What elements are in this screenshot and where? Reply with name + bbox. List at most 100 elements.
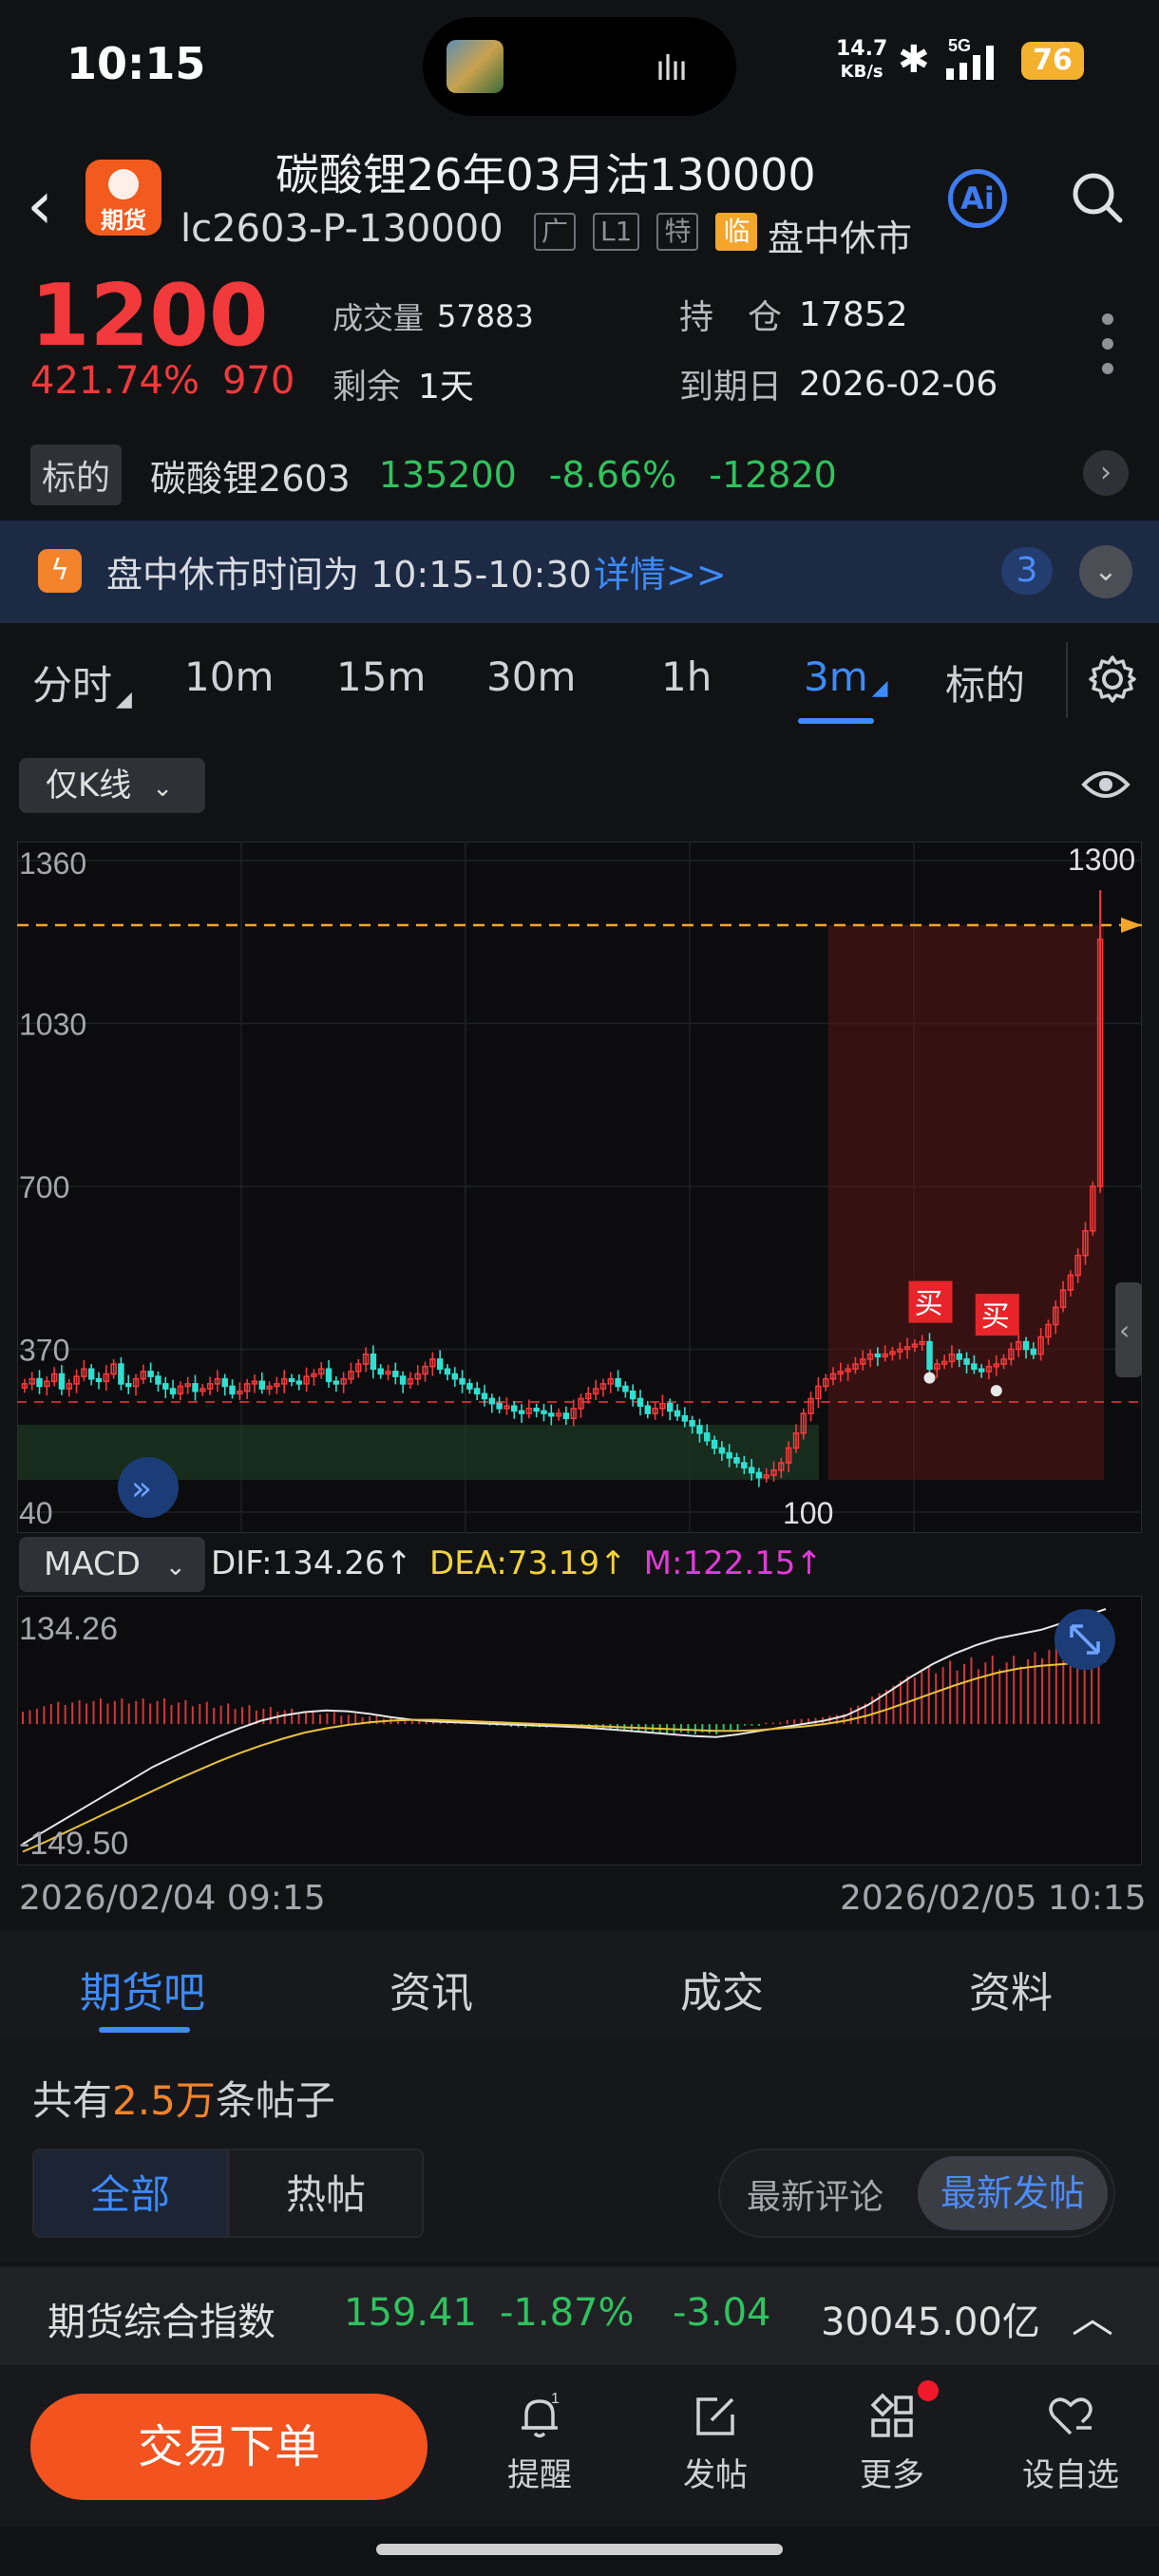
home-indicator[interactable]: [376, 2544, 783, 2555]
nav-watchlist[interactable]: 设自选: [1009, 2390, 1132, 2495]
place-order-button[interactable]: 交易下单: [30, 2394, 428, 2500]
filter-hot-button[interactable]: 热帖: [228, 2149, 424, 2238]
nav-reminder[interactable]: 1 提醒: [478, 2390, 601, 2495]
gear-icon[interactable]: [1087, 653, 1138, 705]
lightning-icon: ϟ: [38, 549, 82, 593]
candle-body: [473, 1388, 481, 1395]
candle-body: [192, 1383, 199, 1392]
tab-1h[interactable]: 1h: [661, 653, 712, 700]
filter-all-button[interactable]: 全部: [32, 2149, 228, 2238]
chevron-left-icon: ‹: [1119, 1315, 1130, 1346]
tab-15m[interactable]: 15m: [336, 653, 426, 700]
candle-body: [258, 1380, 265, 1390]
underlying-row[interactable]: 标的 碳酸锂2603 135200 -8.66% -12820: [30, 445, 1129, 505]
y-tick-label: 40: [19, 1496, 53, 1530]
nav-post[interactable]: 发帖: [654, 2390, 777, 2495]
candle-body: [332, 1380, 340, 1385]
candle-body: [162, 1383, 169, 1390]
indicator-select[interactable]: MACD ⌄: [19, 1537, 205, 1592]
tab-30m[interactable]: 30m: [486, 653, 576, 700]
notice-count-badge[interactable]: 3: [1001, 547, 1053, 595]
candle-body: [325, 1368, 332, 1383]
remaining-label: 剩余: [332, 368, 402, 407]
compose-icon: [696, 2397, 734, 2435]
tab-news[interactable]: 资讯: [390, 1959, 473, 2019]
tab-futures-forum[interactable]: 期货吧: [80, 1959, 205, 2019]
tab-trades[interactable]: 成交: [680, 1959, 764, 2019]
tab-info[interactable]: 资料: [969, 1959, 1053, 2019]
candle-body: [704, 1432, 711, 1442]
candle-body: [511, 1405, 518, 1412]
index-value: 159.41: [344, 2291, 477, 2335]
candle-body: [295, 1380, 303, 1385]
macd-chart[interactable]: 134.26 -149.50: [17, 1596, 1142, 1866]
logo-mark-icon: [108, 169, 139, 199]
volume-label: 成交量: [332, 300, 425, 336]
search-icon[interactable]: [1069, 169, 1126, 226]
session-status[interactable]: 盘中休市: [768, 209, 912, 261]
volume-value: 57883: [437, 298, 534, 334]
candle-body: [147, 1371, 154, 1377]
candle-body: [874, 1353, 882, 1358]
candle-body: [155, 1375, 162, 1385]
high-label: 1300: [1068, 843, 1135, 877]
eye-icon[interactable]: [1081, 766, 1130, 804]
timeframe-tabs: 分时 ◢ 10m 15m 30m 1h 3m ◢ 标的: [0, 627, 1159, 731]
chevron-down-icon[interactable]: ⌄: [1079, 545, 1132, 598]
status-time: 10:15: [66, 38, 206, 89]
sort-latest-comment-button[interactable]: 最新评论: [747, 2169, 884, 2219]
tab-intraday[interactable]: 分时 ◢: [32, 653, 132, 711]
candle-body: [392, 1371, 399, 1377]
candle-body: [488, 1397, 496, 1405]
notice-details-link[interactable]: 详情>>: [594, 545, 727, 597]
candle-body: [444, 1368, 451, 1375]
media-thumbnail: [446, 40, 504, 93]
chevron-up-icon[interactable]: ︿: [1072, 2283, 1113, 2344]
underlying-name: 碳酸锂2603: [150, 457, 351, 500]
nav-watchlist-label: 设自选: [1022, 2456, 1119, 2494]
candle-body: [926, 1340, 933, 1371]
candle-body: [748, 1467, 755, 1474]
open-interest-value: 17852: [799, 294, 908, 334]
volume-stat: 成交量 57883: [332, 294, 534, 338]
candle-body: [978, 1368, 985, 1373]
underlying-tag: 标的: [30, 445, 123, 505]
nav-post-label: 发帖: [683, 2456, 748, 2494]
posts-count-number: 2.5万: [112, 2077, 216, 2124]
more-vertical-icon[interactable]: [1102, 313, 1117, 388]
ai-assistant-button[interactable]: Ai: [948, 169, 1007, 228]
open-interest-stat: 持 仓 17852: [679, 290, 908, 339]
tab-10m[interactable]: 10m: [184, 653, 274, 700]
y-tick-label: 370: [19, 1334, 69, 1368]
candle-body: [718, 1447, 726, 1454]
tab-underlying[interactable]: 标的: [945, 653, 1025, 711]
candle-body: [58, 1373, 66, 1390]
index-amount: 30045.00亿: [821, 2301, 1040, 2344]
contract-code: lc2603-P-130000: [180, 207, 504, 251]
posts-count-suffix: 条帖子: [215, 2077, 335, 2124]
chevron-right-icon[interactable]: ›: [1083, 450, 1129, 496]
y-tick-label: 1030: [19, 1008, 86, 1042]
candle-body: [711, 1439, 718, 1449]
network-speed: 14.7 KB/s: [836, 38, 887, 84]
logo-text: 期货: [101, 207, 146, 234]
sort-latest-post-button[interactable]: 最新发帖: [918, 2156, 1108, 2230]
candle-body: [95, 1377, 103, 1383]
bluetooth-icon: ✱: [898, 38, 930, 82]
candle-body: [733, 1457, 740, 1464]
chart-mode-select[interactable]: 仅K线 ⌄: [19, 758, 205, 813]
expiry-value: 2026-02-06: [799, 364, 998, 404]
futures-logo: 期货: [86, 160, 162, 236]
tab-intraday-label: 分时: [32, 662, 113, 709]
active-tab-indicator: [798, 718, 874, 724]
nav-more[interactable]: 更多: [830, 2390, 954, 2495]
tab-3m[interactable]: 3m ◢: [804, 653, 888, 700]
candle-body: [533, 1408, 540, 1412]
audio-wave-icon: ılıı: [656, 49, 688, 88]
candlestick-chart[interactable]: 1360 1030 700 370 40 买 买 1300 100 » ‹: [17, 842, 1142, 1533]
macd-m: M:122.15↑: [643, 1544, 823, 1582]
chevron-down-icon: ⌄: [164, 1553, 186, 1582]
candle-body: [377, 1368, 384, 1375]
back-chevron-icon[interactable]: ‹: [27, 166, 53, 244]
macd-bottom-label: -149.50: [19, 1826, 128, 1862]
